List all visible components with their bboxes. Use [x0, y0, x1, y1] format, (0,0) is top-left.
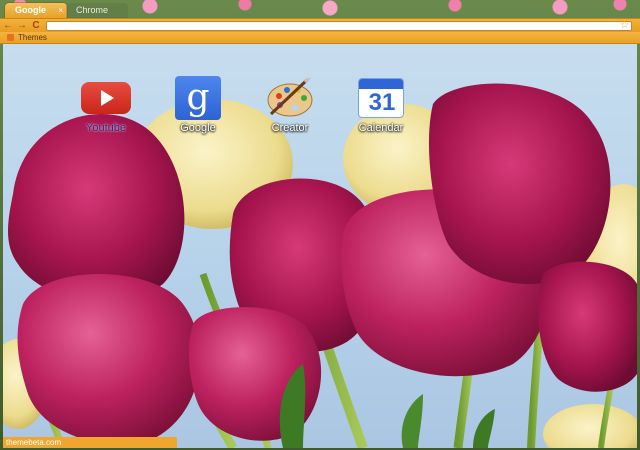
browser-window: Google × Chrome ← → C ☆ Themes Youtube g… — [0, 0, 640, 450]
address-bar[interactable]: ☆ — [46, 19, 632, 33]
app-label: Creator — [271, 122, 309, 134]
back-icon[interactable]: ← — [3, 19, 13, 33]
app-calendar[interactable]: 31 Calendar — [341, 78, 421, 138]
status-bar: themebeta.com — [3, 437, 177, 448]
app-google[interactable]: g Google — [158, 76, 238, 138]
forward-icon[interactable]: → — [17, 19, 27, 33]
app-creator[interactable]: Creator — [250, 75, 330, 138]
google-icon-glyph: g — [186, 77, 210, 118]
app-label: Google — [180, 122, 216, 134]
calendar-day: 31 — [368, 89, 396, 116]
bookmark-themes[interactable]: Themes — [7, 32, 47, 44]
tab-label: Chrome — [76, 5, 109, 15]
youtube-icon — [81, 82, 131, 114]
bookmark-label: Themes — [18, 33, 47, 42]
close-icon[interactable]: × — [58, 3, 63, 18]
new-tab-page: Youtube g Google Creator 31 Calendar — [3, 44, 637, 448]
star-icon[interactable]: ☆ — [620, 19, 629, 33]
app-label: Youtube — [86, 122, 126, 134]
bookmark-favicon-icon — [7, 34, 14, 41]
palette-icon — [265, 75, 315, 118]
app-youtube[interactable]: Youtube — [66, 78, 146, 138]
bookmarks-bar: Themes — [0, 32, 640, 44]
calendar-icon: 31 — [358, 78, 404, 118]
reload-icon[interactable]: C — [31, 19, 41, 33]
tab-strip: Google × Chrome — [0, 0, 640, 18]
tab-chrome[interactable]: Chrome — [66, 3, 128, 18]
tab-google[interactable]: Google × — [5, 3, 67, 18]
google-icon: g — [175, 76, 221, 120]
toolbar: ← → C ☆ — [0, 18, 640, 32]
tab-label: Google — [15, 5, 46, 15]
app-label: Calendar — [358, 122, 404, 134]
